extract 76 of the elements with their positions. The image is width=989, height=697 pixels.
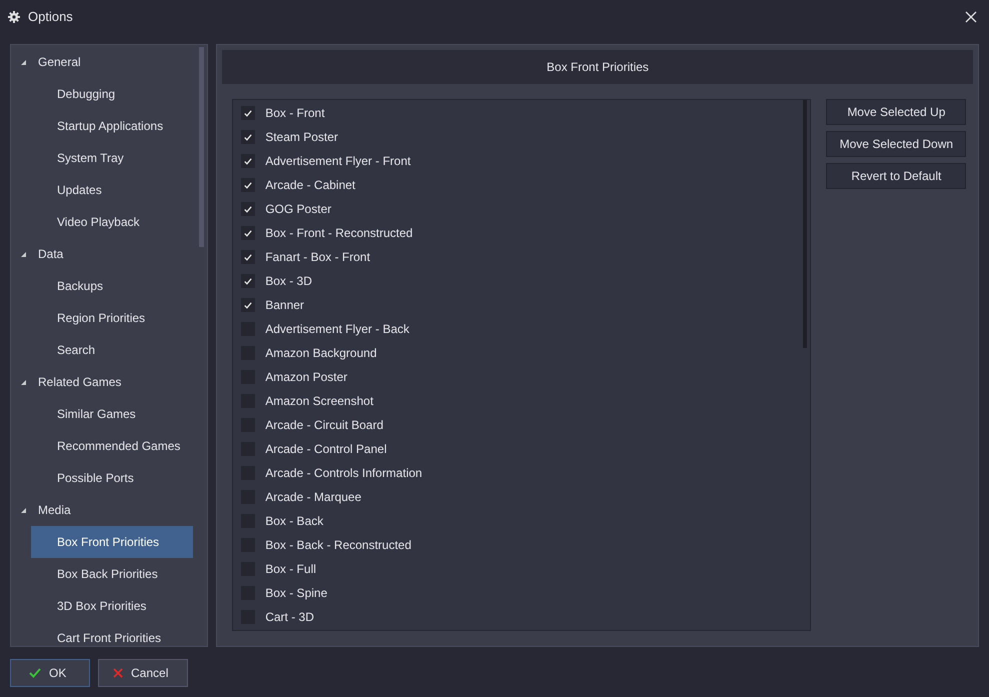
list-item-label: GOG Poster bbox=[265, 201, 332, 218]
scrollbar[interactable] bbox=[199, 47, 204, 247]
tree-item[interactable]: Startup Applications bbox=[31, 110, 193, 142]
checkmark-icon bbox=[244, 278, 252, 284]
tree-item[interactable]: Region Priorities bbox=[31, 302, 193, 334]
list-item-label: Box - Front - Reconstructed bbox=[265, 225, 413, 242]
list-item-label: Box - Front bbox=[265, 105, 325, 122]
checked-checkbox[interactable] bbox=[241, 106, 256, 120]
tree-group-label[interactable]: Related Games bbox=[38, 373, 122, 391]
tree-item[interactable]: Recommended Games bbox=[31, 430, 193, 462]
list-item-label: Box - Spine bbox=[265, 585, 328, 602]
checkmark-icon bbox=[244, 110, 252, 116]
tree-item[interactable]: 3D Box Priorities bbox=[31, 590, 193, 622]
window-title: Options bbox=[28, 8, 73, 26]
tree-item[interactable]: Box Front Priorities bbox=[31, 526, 193, 558]
tree-group-label[interactable]: General bbox=[38, 53, 81, 71]
tree-group-label[interactable]: Data bbox=[38, 245, 64, 263]
checkmark-icon bbox=[244, 254, 252, 260]
list-item-label: Fanart - Box - Front bbox=[265, 249, 370, 266]
expanded-triangle-icon[interactable] bbox=[21, 60, 26, 64]
list-item-label: Amazon Background bbox=[265, 345, 377, 362]
list-item-label: Amazon Screenshot bbox=[265, 393, 374, 410]
tree-item[interactable]: Updates bbox=[31, 174, 193, 206]
cross-icon bbox=[113, 668, 123, 678]
checkmark-icon bbox=[244, 206, 252, 212]
checkmark-icon bbox=[244, 158, 252, 164]
expanded-triangle-icon[interactable] bbox=[21, 508, 26, 512]
list-item-label: Box - Full bbox=[265, 561, 316, 578]
checkmark-icon bbox=[29, 668, 41, 678]
list-item-label: Advertisement Flyer - Back bbox=[265, 321, 410, 338]
tree-item[interactable]: Similar Games bbox=[31, 398, 193, 430]
list-item-label: Advertisement Flyer - Front bbox=[265, 153, 411, 170]
checkmark-icon bbox=[244, 302, 252, 308]
checked-checkbox[interactable] bbox=[241, 274, 256, 288]
checkmark-icon bbox=[244, 134, 252, 140]
checkmark-icon bbox=[244, 182, 252, 188]
tree-item[interactable]: Possible Ports bbox=[31, 462, 193, 494]
list-item-label: Arcade - Controls Information bbox=[265, 465, 422, 482]
close-icon[interactable] bbox=[965, 11, 977, 23]
list-item-label: Arcade - Control Panel bbox=[265, 441, 387, 458]
list-item-label: Steam Poster bbox=[265, 129, 338, 146]
panel-header: Box Front Priorities bbox=[222, 50, 973, 84]
tree-item[interactable]: Search bbox=[31, 334, 193, 366]
list-item-label: Arcade - Marquee bbox=[265, 489, 362, 506]
tree-item[interactable]: Backups bbox=[31, 270, 193, 302]
expanded-triangle-icon[interactable] bbox=[21, 252, 26, 256]
tree-item[interactable]: Video Playback bbox=[31, 206, 193, 238]
checked-checkbox[interactable] bbox=[241, 178, 256, 192]
scrollbar[interactable] bbox=[803, 100, 808, 348]
checkmark-icon bbox=[244, 230, 252, 236]
list-item-label: Cart - 3D bbox=[265, 609, 314, 626]
ok-button[interactable]: OK bbox=[10, 659, 90, 687]
tree-item[interactable]: Cart Front Priorities bbox=[31, 622, 193, 646]
list-item-label: Box - 3D bbox=[265, 273, 312, 290]
tree-item[interactable]: Box Back Priorities bbox=[31, 558, 193, 590]
action-button[interactable]: Move Selected Down bbox=[826, 131, 966, 157]
checked-checkbox[interactable] bbox=[241, 226, 256, 240]
list-item-label: Box - Back bbox=[265, 513, 324, 530]
checked-checkbox[interactable] bbox=[241, 202, 256, 216]
list-item-label: Amazon Poster bbox=[265, 369, 348, 386]
checked-checkbox[interactable] bbox=[241, 154, 256, 168]
checked-checkbox[interactable] bbox=[241, 130, 256, 144]
cancel-button[interactable]: Cancel bbox=[98, 659, 188, 687]
checked-checkbox[interactable] bbox=[241, 250, 256, 264]
tree-item[interactable]: System Tray bbox=[31, 142, 193, 174]
settings-icon bbox=[8, 11, 20, 23]
list-item-label: Arcade - Cabinet bbox=[265, 177, 356, 194]
action-button[interactable]: Move Selected Up bbox=[826, 99, 966, 125]
checked-checkbox[interactable] bbox=[241, 298, 256, 312]
tree-item[interactable]: Debugging bbox=[31, 78, 193, 110]
list-item-label: Arcade - Circuit Board bbox=[265, 417, 384, 434]
list-item-label: Box - Back - Reconstructed bbox=[265, 537, 412, 554]
action-button[interactable]: Revert to Default bbox=[826, 163, 966, 189]
tree-group-label[interactable]: Media bbox=[38, 501, 71, 519]
list-item-label: Banner bbox=[265, 297, 304, 314]
expanded-triangle-icon[interactable] bbox=[21, 380, 26, 384]
